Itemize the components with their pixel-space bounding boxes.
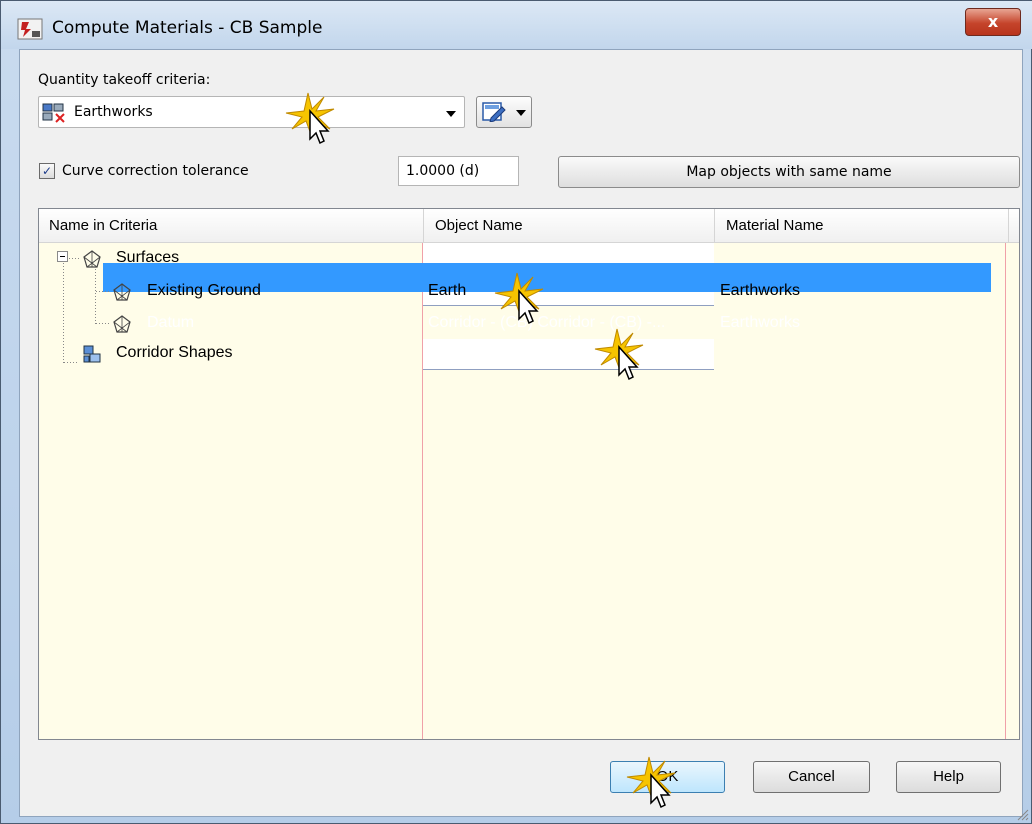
cancel-button[interactable]: Cancel (753, 761, 870, 793)
surface-icon (113, 283, 131, 301)
column-header-material[interactable]: Material Name (726, 217, 824, 234)
column-line (422, 243, 423, 739)
column-header-name[interactable]: Name in Criteria (49, 217, 157, 234)
window-title: Compute Materials - CB Sample (52, 18, 323, 38)
curve-correction-checkbox[interactable]: ✓ (39, 163, 55, 179)
criteria-value: Earthworks (74, 104, 153, 120)
tree-line (64, 362, 78, 363)
criteria-label: Quantity takeoff criteria: (38, 72, 211, 88)
surface-icon (113, 315, 131, 333)
tree-line (95, 269, 96, 325)
object-name-value[interactable]: Earth (428, 282, 466, 300)
tree-item-label[interactable]: Existing Ground (147, 282, 261, 300)
tree-line (96, 323, 110, 324)
map-objects-button[interactable]: Map objects with same name (558, 156, 1020, 188)
chevron-down-icon[interactable] (446, 111, 456, 117)
tree-line (96, 291, 110, 292)
dialog-body: Quantity takeoff criteria: Earthworks ✓ … (19, 49, 1023, 817)
tree-line (69, 258, 81, 259)
corridor-shapes-icon (83, 345, 101, 363)
collapse-icon[interactable] (57, 251, 68, 262)
object-name-value[interactable]: Corridor - (CB) Corridor - (CB) -... (428, 314, 714, 332)
material-name-value[interactable]: Earthworks (720, 282, 800, 300)
app-icon (17, 18, 43, 40)
edit-pen-icon (482, 102, 506, 122)
criteria-icon (42, 103, 65, 123)
criteria-dropdown[interactable]: Earthworks (38, 96, 465, 128)
dialog-window: Compute Materials - CB Sample x Quantity… (0, 0, 1032, 824)
tree-line (63, 263, 64, 363)
ok-button[interactable]: OK (610, 761, 725, 793)
close-button[interactable]: x (965, 8, 1021, 36)
curve-correction-label: Curve correction tolerance (62, 163, 249, 179)
title-bar[interactable]: Compute Materials - CB Sample x (1, 1, 1032, 49)
tree-item-label[interactable]: Datum (147, 314, 194, 332)
column-header-object[interactable]: Object Name (435, 217, 523, 234)
tree-item-label[interactable]: Surfaces (116, 249, 179, 267)
column-divider[interactable] (423, 209, 424, 243)
help-button[interactable]: Help (896, 761, 1001, 793)
column-line (1005, 243, 1006, 739)
column-divider[interactable] (714, 209, 715, 243)
chevron-down-icon (516, 110, 526, 116)
object-name-cell[interactable] (423, 339, 714, 370)
column-divider (1008, 209, 1009, 243)
surface-icon (83, 250, 101, 268)
tolerance-input[interactable]: 1.0000 (d) (398, 156, 519, 186)
resize-grip-icon[interactable] (1015, 807, 1029, 821)
edit-criteria-button[interactable] (476, 96, 532, 128)
tree-item-label[interactable]: Corridor Shapes (116, 344, 233, 362)
grid-header: Name in Criteria Object Name Material Na… (39, 209, 1019, 243)
checkmark-icon: ✓ (42, 164, 53, 178)
material-name-value[interactable]: Earthworks (720, 314, 800, 332)
